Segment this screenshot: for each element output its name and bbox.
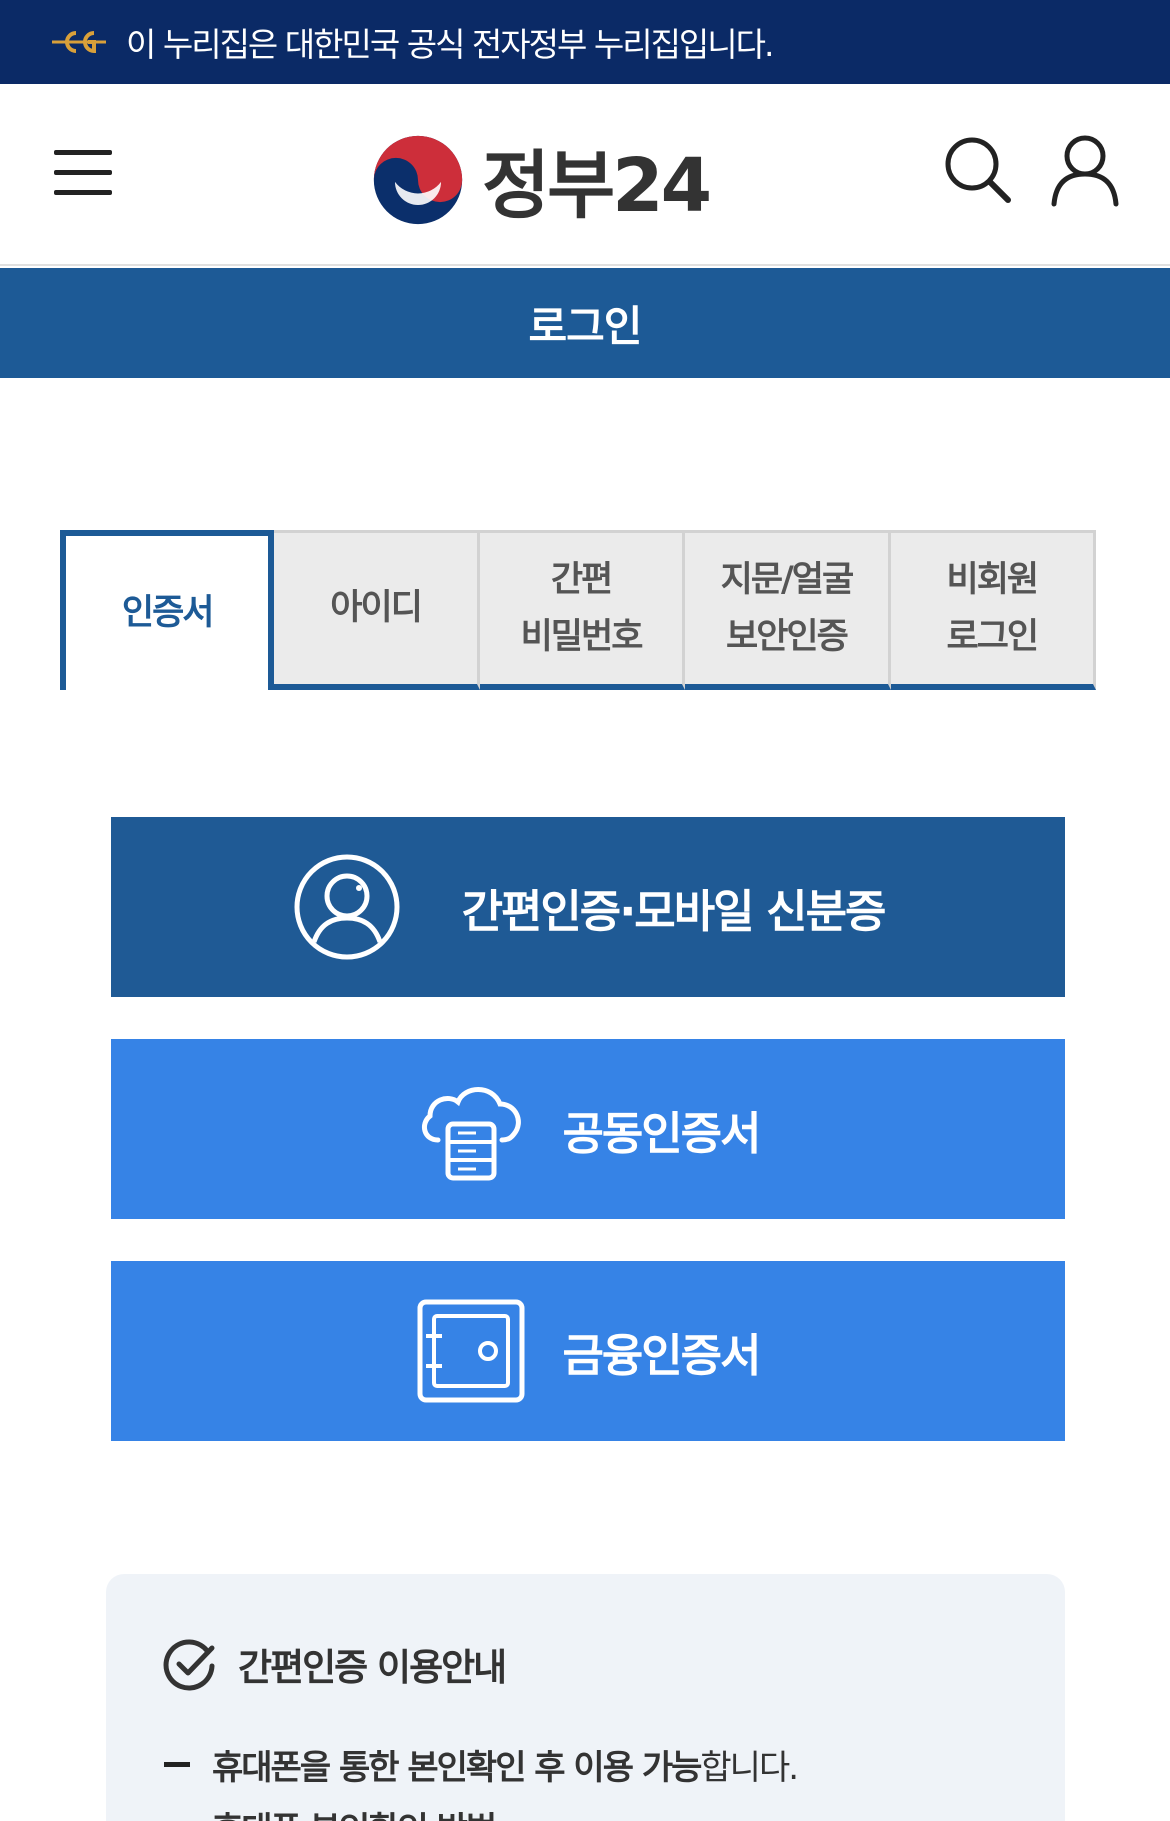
gov-banner-text: 이 누리집은 대한민국 공식 전자정부 누리집입니다. (126, 25, 774, 64)
logo-text: 정부24 (482, 143, 712, 229)
gov24-logo[interactable]: 정부24 (370, 126, 712, 233)
joint-certificate-label: 공동인증서 (562, 1106, 761, 1160)
page-title-bar: 로그인 (0, 268, 1170, 378)
info-title: 간편인증 이용안내 (162, 1636, 507, 1692)
info-item-bold: 휴대폰 본인확인 방법 (212, 1802, 497, 1821)
hamburger-menu-icon (54, 150, 112, 155)
info-title-text: 간편인증 이용안내 (238, 1646, 507, 1689)
info-item-rest: 합니다. (700, 1748, 799, 1788)
profile-circle-icon (294, 854, 400, 960)
site-header: 정부24 (0, 84, 1170, 266)
check-circle-icon (163, 1639, 215, 1691)
safe-icon (417, 1299, 525, 1403)
tab-simple-password[interactable]: 간편 비밀번호 (479, 530, 686, 690)
gov-official-banner: 이 누리집은 대한민국 공식 전자정부 누리집입니다. (0, 0, 1170, 84)
finance-certificate-label: 금융인증서 (562, 1328, 761, 1382)
easy-auth-button[interactable]: 간편인증·모바일 신분증 (111, 817, 1065, 997)
login-method-tabs: 인증서 아이디 간편 비밀번호 지문/얼굴 보안인증 비회원 로그인 (60, 530, 1097, 690)
info-item: 휴대폰 본인확인 방법 (164, 1802, 497, 1821)
tab-id[interactable]: 아이디 (274, 530, 480, 690)
tab-certificate[interactable]: 인증서 (60, 530, 275, 690)
finance-certificate-button[interactable]: 금융인증서 (111, 1261, 1065, 1441)
tab-label: 인증서 (121, 592, 215, 633)
taegeuk-logo-icon (373, 135, 463, 224)
menu-button[interactable] (50, 142, 116, 202)
tab-label: 간편 비밀번호 (520, 559, 644, 657)
eg-emblem-icon (52, 31, 106, 54)
tab-non-member[interactable]: 비회원 로그인 (890, 530, 1097, 690)
info-item-bold: 휴대폰을 통한 본인확인 후 이용 가능 (212, 1748, 702, 1788)
dash-icon (164, 1762, 190, 1767)
page-title: 로그인 (528, 301, 643, 351)
tab-label: 지문/얼굴 보안인증 (720, 559, 855, 657)
search-icon[interactable] (938, 130, 1016, 208)
easy-auth-info-box: 간편인증 이용안내 휴대폰을 통한 본인확인 후 이용 가능 합니다. 휴대폰 … (106, 1574, 1065, 1821)
user-icon[interactable] (1046, 130, 1124, 208)
easy-auth-label: 간편인증·모바일 신분증 (461, 884, 887, 938)
cloud-server-icon (422, 1087, 522, 1181)
info-item: 휴대폰을 통한 본인확인 후 이용 가능 합니다. (164, 1740, 799, 1789)
tab-label: 아이디 (330, 588, 423, 628)
joint-certificate-button[interactable]: 공동인증서 (111, 1039, 1065, 1219)
tab-biometric[interactable]: 지문/얼굴 보안인증 (685, 530, 891, 690)
tab-label: 비회원 로그인 (946, 559, 1040, 657)
